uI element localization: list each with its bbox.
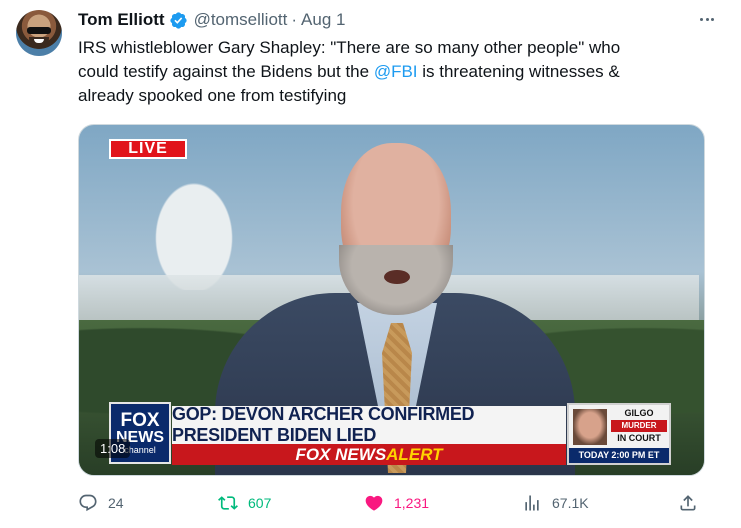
video-timestamp: 1:08 (95, 439, 131, 458)
share-icon (680, 495, 696, 511)
heart-icon (365, 495, 383, 511)
more-dot (700, 17, 703, 21)
verified-badge-icon (169, 11, 187, 29)
speaker-mouth (384, 270, 410, 284)
news-headline-banner: GOP: DEVON ARCHER CONFIRMED PRESIDENT BI… (172, 404, 566, 445)
tweet-text-segment: is threatening witnesses & (417, 62, 620, 81)
side-story-tag: MURDER SUSPECT (611, 420, 667, 442)
views-button[interactable]: 67.1K (522, 490, 589, 516)
tweet-header: Tom Elliott @tomselliott · Aug 1 (78, 9, 345, 31)
more-dot (711, 17, 714, 21)
retweet-icon (218, 496, 238, 510)
tweet-text: IRS whistleblower Gary Shapley: "There a… (78, 36, 718, 108)
tweet-actions-bar: 24 607 1,231 67.1K (78, 490, 705, 516)
video-player[interactable]: LIVE FOX NEWS channel GOP: DEVON ARCHER … (78, 124, 705, 476)
header-separator: · (291, 10, 298, 29)
tweet-text-line-1: IRS whistleblower Gary Shapley: "There a… (78, 38, 621, 57)
logo-fox-text: FOX (120, 410, 160, 431)
side-story-time: TODAY 2:00 PM ET (569, 448, 669, 463)
author-display-name[interactable]: Tom Elliott (78, 10, 165, 30)
reply-count: 24 (108, 495, 124, 511)
tweet-text-line-2: could testify against the Bidens but the… (78, 60, 718, 84)
alert-prefix: FOX NEWS (295, 444, 387, 464)
more-dot (705, 17, 709, 21)
side-story-court: IN COURT (617, 433, 661, 443)
author-avatar[interactable] (16, 10, 62, 56)
author-handle[interactable]: @tomselliott (194, 10, 288, 30)
suspect-photo (573, 409, 607, 445)
tweet-text-segment: could testify against the Bidens but the (78, 62, 374, 81)
reply-icon (79, 494, 97, 512)
alert-word: ALERT (386, 444, 443, 464)
views-chart-icon (525, 495, 539, 511)
retweet-count: 607 (248, 495, 272, 511)
reply-button[interactable]: 24 (78, 490, 124, 516)
capitol-dome-background (139, 160, 249, 290)
tweet-date[interactable]: Aug 1 (301, 10, 345, 30)
share-button[interactable] (678, 490, 708, 516)
views-count: 67.1K (552, 495, 589, 511)
more-options-icon[interactable] (697, 9, 717, 29)
side-story-title: GILGO (624, 408, 654, 418)
retweet-button[interactable]: 607 (218, 490, 271, 516)
fbi-mention-link[interactable]: @FBI (374, 62, 418, 81)
news-alert-banner: FOX NEWS ALERT (172, 444, 566, 465)
side-story-box: GILGO MURDER SUSPECT IN COURT TODAY 2:00… (567, 403, 671, 465)
live-badge: LIVE (109, 139, 187, 159)
like-button[interactable]: 1,231 (364, 490, 429, 516)
like-count: 1,231 (394, 495, 430, 511)
avatar-sunglasses (27, 27, 51, 34)
tweet-text-line-3: already spooked one from testifying (78, 86, 347, 105)
